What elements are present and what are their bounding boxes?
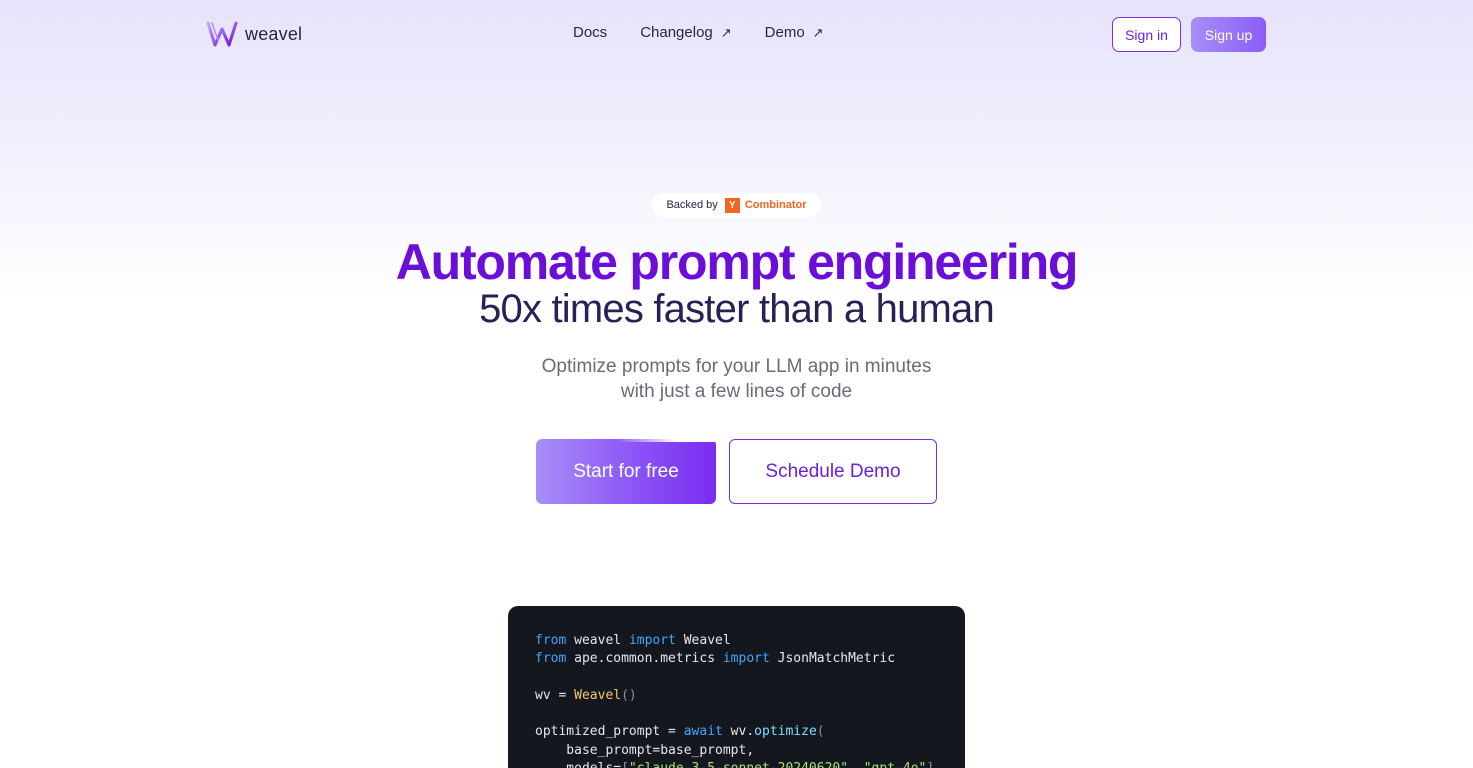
code-token: base_prompt=base_prompt, (535, 742, 755, 758)
code-token: Weavel (675, 633, 731, 648)
external-arrow-icon: ↗ (720, 24, 732, 40)
hero-description: Optimize prompts for your LLM app in min… (0, 354, 1473, 404)
sign-up-button[interactable]: Sign up (1191, 17, 1266, 52)
schedule-demo-button[interactable]: Schedule Demo (729, 439, 937, 504)
code-line: wv = Weavel() (535, 687, 965, 705)
top-navigation: weavel Docs Changelog ↗ Demo ↗ Sign in S… (0, 0, 1473, 70)
hero-headline: Automate prompt engineering (395, 234, 1079, 290)
code-token: models= (535, 761, 621, 768)
code-token: ape.common.metrics (566, 651, 723, 667)
code-line: optimized_prompt = await wv.optimize( (535, 723, 965, 741)
hero-subheadline: 50x times faster than a human (479, 287, 995, 331)
code-token: optimized_prompt = (535, 724, 684, 740)
nav-link-label: Changelog (640, 24, 713, 41)
code-token: ( (816, 724, 825, 740)
code-token: from (535, 651, 567, 667)
code-token: from (535, 633, 567, 648)
description-line: with just a few lines of code (620, 381, 853, 402)
nav-link-changelog[interactable]: Changelog ↗ (640, 24, 731, 41)
brand-name: weavel (245, 23, 303, 44)
weavel-logo-icon (206, 21, 238, 47)
nav-link-docs[interactable]: Docs (573, 24, 607, 41)
badge-prefix: Backed by (666, 199, 718, 211)
code-token: wv. (722, 724, 755, 740)
nav-link-label: Demo (764, 24, 805, 41)
code-line: models=["claude-3-5-sonnet-20240620", "g… (535, 760, 965, 768)
nav-link-demo[interactable]: Demo ↗ (765, 24, 824, 41)
code-token: , (848, 761, 864, 768)
start-for-free-button[interactable]: Start for free (536, 439, 716, 504)
y-combinator-logo-icon: Y (724, 197, 740, 213)
nav-link-label: Docs (573, 24, 608, 41)
code-line: from ape.common.metrics import JsonMatch… (535, 650, 965, 668)
code-token: import (722, 651, 770, 667)
external-arrow-icon: ↗ (812, 24, 824, 40)
code-line: base_prompt=base_prompt, (535, 742, 965, 760)
code-token: ] (926, 761, 934, 768)
code-token: import (628, 633, 676, 648)
code-token: JsonMatchMetric (769, 651, 896, 667)
code-token: await (683, 724, 723, 740)
nav-links: Docs Changelog ↗ Demo ↗ (573, 24, 824, 41)
sign-in-button[interactable]: Sign in (1112, 17, 1181, 52)
logo-link[interactable]: weavel (206, 20, 302, 48)
code-token: Weavel (574, 687, 622, 703)
code-line: from weavel import Weavel (535, 632, 965, 650)
description-line: Optimize prompts for your LLM app in min… (541, 356, 932, 377)
code-token: wv = (535, 687, 575, 703)
code-token: optimize (754, 724, 817, 740)
code-token: "gpt-4o" (864, 761, 927, 768)
y-combinator-text: Combinator (744, 199, 807, 211)
schedule-demo-label: Schedule Demo (765, 460, 901, 482)
backed-by-badge: Backed by Y Combinator (652, 193, 821, 217)
code-token: "claude-3-5-sonnet-20240620" (629, 761, 848, 768)
code-token: [ (621, 761, 629, 768)
start-for-free-label: Start for free (573, 460, 679, 482)
code-token: weavel (566, 633, 629, 648)
code-token: () (621, 687, 637, 703)
code-snippet: from weavel import Weavel from ape.common… (508, 606, 965, 768)
